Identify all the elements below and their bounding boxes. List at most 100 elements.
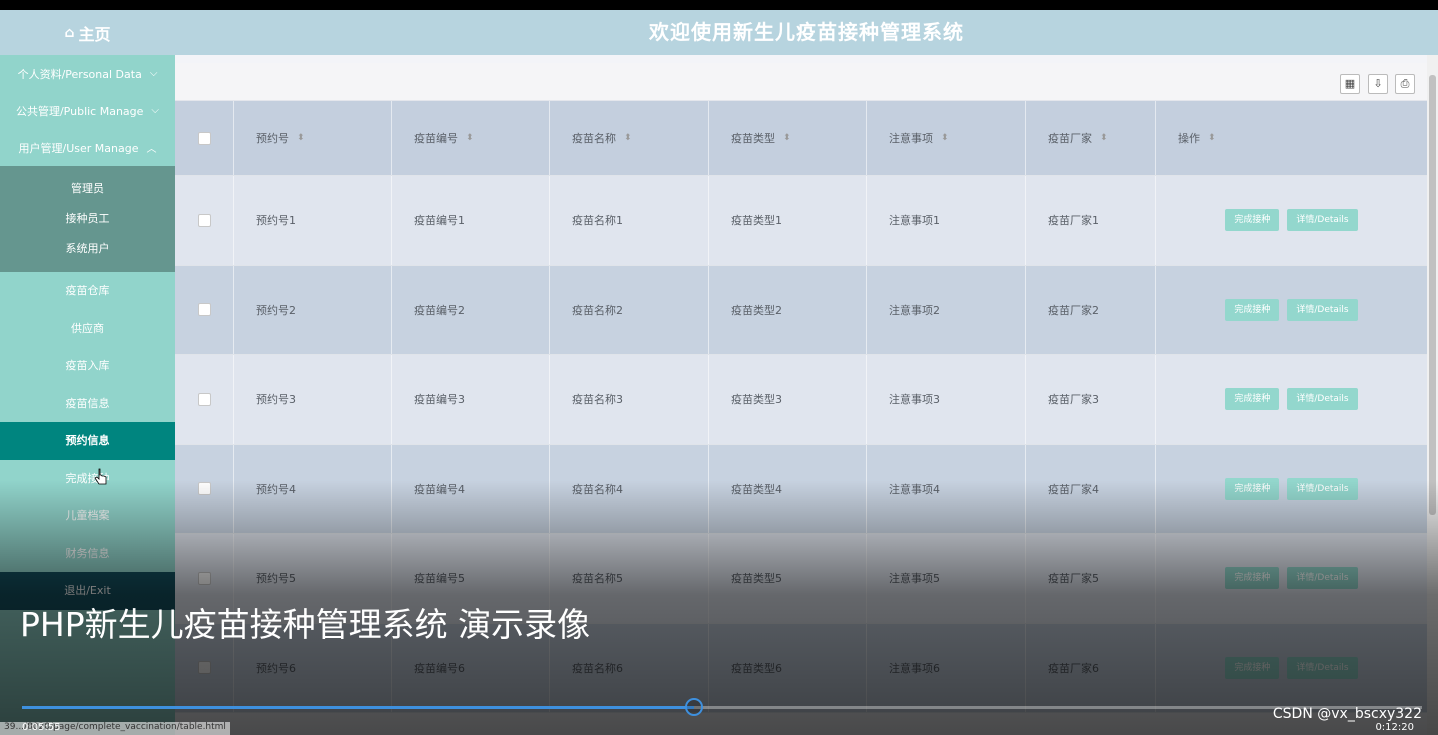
menu-group-label: 个人资料/Personal Data: [17, 67, 142, 81]
video-progress-handle[interactable]: [685, 698, 703, 716]
menu-group-personal[interactable]: 个人资料/Personal Data ⌵: [0, 55, 175, 92]
page-title: 欢迎使用新生儿疫苗接种管理系统: [649, 20, 964, 44]
cell-value: 预约号2: [256, 303, 296, 317]
column-header[interactable]: 疫苗厂家 ⬍: [1026, 101, 1156, 175]
cell-value: 疫苗厂家5: [1048, 572, 1099, 586]
details-button[interactable]: 详情/Details: [1287, 388, 1358, 411]
table-cell: 疫苗厂家3: [1026, 355, 1156, 444]
print-icon[interactable]: ⎙: [1395, 74, 1415, 94]
details-button[interactable]: 详情/Details: [1287, 477, 1358, 500]
sidebar-item-staff[interactable]: 接种员工: [0, 204, 175, 234]
details-button[interactable]: 详情/Details: [1287, 209, 1358, 232]
table-cell: 疫苗名称2: [550, 265, 709, 354]
row-checkbox[interactable]: [197, 661, 211, 675]
complete-vaccination-button[interactable]: 完成接种: [1225, 477, 1280, 500]
table-cell: 疫苗类型6: [709, 623, 867, 712]
column-header[interactable]: 疫苗类型 ⬍: [709, 101, 867, 175]
export-icon[interactable]: ⇩: [1368, 74, 1388, 94]
cell-value: 注意事项4: [889, 482, 940, 496]
table-cell: 预约号1: [234, 176, 392, 265]
table-cell: 疫苗名称3: [550, 355, 709, 444]
select-cell: [175, 355, 234, 444]
sidebar-item-admin[interactable]: 管理员: [0, 174, 175, 204]
column-header[interactable]: 疫苗编号 ⬍: [392, 101, 550, 175]
cell-value: 疫苗名称3: [572, 393, 623, 407]
complete-vaccination-button[interactable]: 完成接种: [1225, 209, 1280, 232]
cell-value: 疫苗类型4: [731, 482, 782, 496]
vertical-scrollbar[interactable]: [1427, 55, 1438, 735]
row-checkbox[interactable]: [197, 213, 211, 227]
row-checkbox[interactable]: [197, 482, 211, 496]
row-checkbox[interactable]: [197, 392, 211, 406]
video-progress-bar[interactable]: [22, 698, 1422, 716]
menu-group-user[interactable]: 用户管理/User Manage ︿: [0, 129, 175, 166]
scrollbar-thumb[interactable]: [1429, 75, 1436, 515]
column-header-label: 预约号: [256, 132, 289, 145]
details-button[interactable]: 详情/Details: [1287, 567, 1358, 590]
select-all-checkbox[interactable]: [197, 131, 211, 145]
cell-value: 注意事项2: [889, 303, 940, 317]
column-header[interactable]: 预约号 ⬍: [234, 101, 392, 175]
menu-group-public[interactable]: 公共管理/Public Manage ⌵: [0, 92, 175, 129]
sidebar-item-vaccine-warehouse[interactable]: 疫苗仓库: [0, 272, 175, 310]
cell-value: 注意事项6: [889, 661, 940, 675]
table-cell: 疫苗名称4: [550, 444, 709, 533]
complete-vaccination-button[interactable]: 完成接种: [1225, 656, 1280, 679]
video-current-time: 0:05:55: [22, 722, 61, 733]
table-cell: 疫苗厂家4: [1026, 444, 1156, 533]
cell-value: 预约号5: [256, 572, 296, 586]
menu-group-label: 公共管理/Public Manage: [15, 104, 144, 118]
table-cell: 疫苗类型2: [709, 265, 867, 354]
table-toolbar: ▦ ⇩ ⎙: [175, 63, 1427, 101]
table-cell: 疫苗厂家5: [1026, 534, 1156, 623]
actions-cell: 完成接种 详情/Details: [1156, 534, 1427, 623]
cell-value: 疫苗类型3: [731, 393, 782, 407]
user-submenu: 管理员 接种员工 系统用户: [0, 166, 175, 272]
menu-group-label: 用户管理/User Manage: [18, 141, 139, 155]
cell-value: 疫苗编号4: [414, 482, 465, 496]
home-label: 主页: [78, 24, 111, 44]
details-button[interactable]: 详情/Details: [1287, 298, 1358, 321]
actions-cell: 完成接种 详情/Details: [1156, 266, 1427, 355]
column-header[interactable]: 操作 ⬍: [1156, 101, 1427, 175]
cell-value: 疫苗编号2: [414, 303, 465, 317]
sidebar-item-vaccine-info[interactable]: 疫苗信息: [0, 385, 175, 423]
sidebar-item-supplier[interactable]: 供应商: [0, 310, 175, 348]
cell-value: 疫苗类型5: [731, 572, 782, 586]
sort-icon: ⬍: [1208, 133, 1216, 143]
home-link[interactable]: ⌂ 主页: [0, 10, 175, 55]
columns-icon[interactable]: ▦: [1340, 74, 1360, 94]
complete-vaccination-button[interactable]: 完成接种: [1225, 567, 1280, 590]
sidebar-item-system-user[interactable]: 系统用户: [0, 234, 175, 264]
table-cell: 疫苗编号3: [392, 355, 550, 444]
chevron-up-icon: ︿: [146, 144, 157, 155]
column-header[interactable]: 疫苗名称 ⬍: [550, 101, 709, 175]
table-cell: 疫苗类型5: [709, 534, 867, 623]
select-cell: [175, 176, 234, 265]
select-all-cell: [175, 101, 234, 175]
sidebar-item-appointment[interactable]: 预约信息: [0, 422, 175, 460]
cell-value: 预约号4: [256, 482, 296, 496]
sort-icon: ⬍: [466, 133, 474, 143]
video-total-time: 0:12:20: [1375, 722, 1414, 733]
details-button[interactable]: 详情/Details: [1287, 656, 1358, 679]
complete-vaccination-button[interactable]: 完成接种: [1225, 388, 1280, 411]
sidebar-item-finance[interactable]: 财务信息: [0, 535, 175, 573]
complete-vaccination-button[interactable]: 完成接种: [1225, 298, 1280, 321]
actions-cell: 完成接种 详情/Details: [1156, 355, 1427, 444]
sidebar-item-child-records[interactable]: 儿童档案: [0, 497, 175, 535]
row-checkbox[interactable]: [197, 303, 211, 317]
sort-icon: ⬍: [1100, 133, 1108, 143]
cell-value: 疫苗类型1: [731, 214, 782, 228]
sort-icon: ⬍: [941, 133, 949, 143]
table-header-row: 预约号 ⬍ 疫苗编号 ⬍ 疫苗名称 ⬍ 疫苗类型 ⬍ 注意事项 ⬍ 疫苗厂家 ⬍ 操作 ⬍: [175, 101, 1427, 176]
cell-value: 疫苗编号1: [414, 214, 465, 228]
sidebar-item-vaccine-inbound[interactable]: 疫苗入库: [0, 347, 175, 385]
column-header-label: 疫苗名称: [572, 132, 616, 145]
cell-value: 疫苗编号3: [414, 393, 465, 407]
row-checkbox[interactable]: [197, 571, 211, 585]
actions-cell: 完成接种 详情/Details: [1156, 624, 1427, 713]
column-header[interactable]: 注意事项 ⬍: [867, 101, 1026, 175]
sidebar-item-completed-vaccination[interactable]: 完成接种: [0, 460, 175, 498]
cell-value: 疫苗厂家4: [1048, 482, 1099, 496]
